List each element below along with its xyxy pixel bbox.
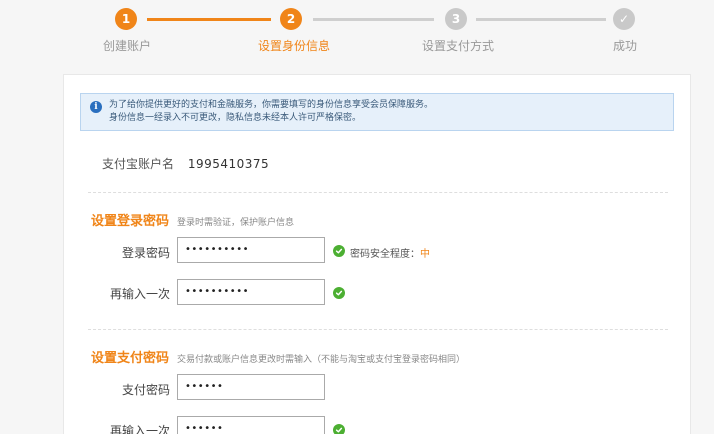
notice-line-2: 身份信息一经录入不可更改，隐私信息未经本人许可严格保密。 (109, 113, 362, 123)
account-value: 1995410375 (187, 157, 270, 171)
pay-section-title: 设置支付密码 交易付款或账户信息更改时需输入（不能与淘宝或支付宝登录密码相同） (91, 347, 465, 366)
pay-confirm-input[interactable]: •••••• (177, 416, 325, 434)
account-row: 支付宝账户名 1995410375 (102, 155, 269, 172)
divider (88, 329, 668, 330)
step-3-circle: 3 (445, 8, 467, 30)
login-section-desc: 登录时需验证，保护账户信息 (177, 218, 295, 228)
login-confirm-input[interactable]: •••••••••• (177, 279, 325, 305)
login-title-text: 设置登录密码 (91, 214, 170, 229)
check-icon: ✓ (613, 8, 635, 30)
login-confirm-label: 再输入一次 (109, 287, 170, 301)
step-3-label: 设置支付方式 (422, 39, 495, 53)
pay-title-text: 设置支付密码 (91, 351, 170, 366)
form-panel: i 为了给你提供更好的支付和金融服务，你需要填写的身份信息享受会员保障服务。 身… (63, 74, 691, 434)
notice-line-1: 为了给你提供更好的支付和金融服务，你需要填写的身份信息享受会员保障服务。 (109, 100, 434, 110)
login-section-title: 设置登录密码 登录时需验证，保护账户信息 (91, 210, 294, 229)
check-icon (333, 245, 345, 257)
login-password-label: 登录密码 (121, 246, 170, 260)
info-icon: i (90, 101, 102, 113)
account-label: 支付宝账户名 (102, 157, 175, 171)
info-notice: i 为了给你提供更好的支付和金融服务，你需要填写的身份信息享受会员保障服务。 身… (80, 93, 674, 131)
progress-steps: 1 2 3 ✓ 创建账户 设置身份信息 设置支付方式 成功 (0, 0, 714, 60)
step-connector-3 (476, 18, 606, 21)
step-connector-1 (147, 18, 271, 21)
step-2-label: 设置身份信息 (258, 39, 331, 53)
check-icon (333, 424, 345, 434)
strength-label: 密码安全程度： (350, 249, 420, 260)
step-connector-2 (313, 18, 434, 21)
password-strength: 密码安全程度：中 (350, 245, 430, 260)
step-1-label: 创建账户 (103, 39, 152, 53)
pay-confirm-label: 再输入一次 (109, 424, 170, 434)
step-2-circle: 2 (280, 8, 302, 30)
step-4-label: 成功 (613, 39, 638, 53)
pay-password-label: 支付密码 (121, 383, 170, 397)
step-1-circle: 1 (115, 8, 137, 30)
check-icon (333, 287, 345, 299)
pay-section-desc: 交易付款或账户信息更改时需输入（不能与淘宝或支付宝登录密码相同） (177, 355, 466, 365)
pay-password-input[interactable]: •••••• (177, 374, 325, 400)
strength-level: 中 (420, 249, 430, 260)
login-password-input[interactable]: •••••••••• (177, 237, 325, 263)
divider (88, 192, 668, 193)
